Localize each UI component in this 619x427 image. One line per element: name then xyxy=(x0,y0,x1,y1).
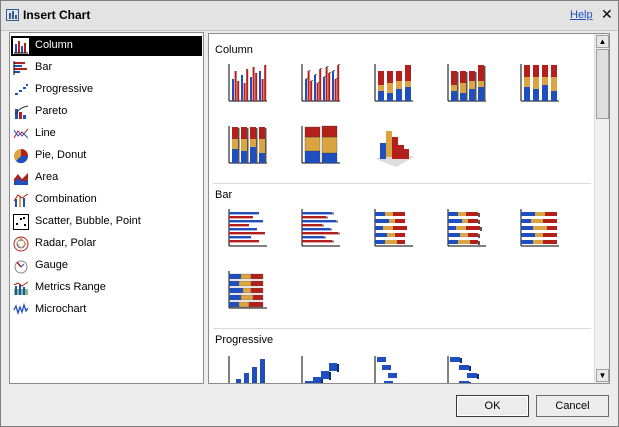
category-label: Progressive xyxy=(35,83,94,95)
progressive-chart-icon xyxy=(15,84,28,95)
gauge-chart-icon xyxy=(14,260,28,274)
column-chart-variant-8-icon[interactable] xyxy=(372,123,416,167)
category-item-metrics-range[interactable]: Metrics Range xyxy=(11,278,202,298)
gallery-scrollbar[interactable]: ▲ ▼ xyxy=(594,34,609,383)
title-bar: Insert Chart Help ✕ xyxy=(1,1,618,31)
category-item-combination[interactable]: Combination xyxy=(11,190,202,210)
category-item-radar-polar[interactable]: Radar, Polar xyxy=(11,234,202,254)
scatter-chart-icon xyxy=(13,214,29,230)
category-label: Pareto xyxy=(35,105,68,117)
column-chart-variant-2-icon[interactable] xyxy=(299,61,343,105)
dialog-title: Insert Chart xyxy=(23,8,91,22)
area-chart-icon xyxy=(14,173,28,185)
category-item-gauge[interactable]: Gauge xyxy=(11,256,202,276)
progressive-chart-variant-3-icon[interactable] xyxy=(372,351,416,384)
column-chart-icon xyxy=(13,38,29,54)
progressive-chart-variant-2-icon[interactable] xyxy=(299,351,343,384)
bar-chart-variant-2-icon[interactable] xyxy=(299,206,343,250)
chart-gallery: Column Bar Progressive ▲ ▼ xyxy=(208,33,610,384)
progressive-chart-variant-4-icon[interactable] xyxy=(445,351,489,384)
category-label: Metrics Range xyxy=(35,281,106,293)
column-chart-variant-7-icon[interactable] xyxy=(299,123,343,167)
chart-category-list: Column Bar Progressive Pareto Line Pie, Donut… xyxy=(9,32,204,384)
category-label: Bar xyxy=(35,61,53,73)
insert-chart-dialog: Insert Chart Help ✕ Column Bar Progressive… xyxy=(0,0,619,427)
category-item-scatter-bubble-point[interactable]: Scatter, Bubble, Point xyxy=(11,212,202,232)
category-label: Microchart xyxy=(35,303,87,315)
bar-chart-variant-4-icon[interactable] xyxy=(445,206,489,250)
category-item-pareto[interactable]: Pareto xyxy=(11,102,202,122)
help-link[interactable]: Help xyxy=(570,9,593,21)
category-label: Scatter, Bubble, Point xyxy=(35,215,141,227)
section-title-bar: Bar xyxy=(215,189,233,201)
column-chart-variant-5-icon[interactable] xyxy=(518,61,562,105)
combination-chart-icon xyxy=(13,193,29,207)
bar-chart-variant-1-icon[interactable] xyxy=(226,206,270,250)
bar-chart-variant-5-icon[interactable] xyxy=(518,206,562,250)
pareto-chart-icon xyxy=(14,105,29,119)
chart-app-icon xyxy=(6,9,19,21)
section-divider xyxy=(213,328,591,329)
category-item-column[interactable]: Column xyxy=(11,36,202,56)
pie-chart-icon xyxy=(14,149,29,164)
cancel-button[interactable]: Cancel xyxy=(536,395,609,417)
line-chart-icon xyxy=(13,128,29,139)
category-item-pie-donut[interactable]: Pie, Donut xyxy=(11,146,202,166)
category-label: Gauge xyxy=(35,259,69,271)
category-label: Pie, Donut xyxy=(35,149,87,161)
category-item-progressive[interactable]: Progressive xyxy=(11,80,202,100)
category-label: Column xyxy=(35,39,73,51)
category-label: Combination xyxy=(35,193,97,205)
section-title-progressive: Progressive xyxy=(215,334,274,346)
section-divider xyxy=(213,183,591,184)
category-item-microchart[interactable]: Microchart xyxy=(11,300,202,320)
progressive-chart-variant-1-icon[interactable] xyxy=(226,351,270,384)
column-chart-variant-4-icon[interactable] xyxy=(445,61,489,105)
column-chart-variant-1-icon[interactable] xyxy=(226,61,270,105)
microchart-icon xyxy=(13,302,29,316)
category-item-line[interactable]: Line xyxy=(11,124,202,144)
scrollbar-thumb[interactable] xyxy=(596,49,609,119)
category-label: Radar, Polar xyxy=(35,237,97,249)
category-label: Line xyxy=(35,127,56,139)
category-label: Area xyxy=(35,171,59,183)
column-chart-variant-3-icon[interactable] xyxy=(372,61,416,105)
column-chart-variant-6-icon[interactable] xyxy=(226,123,270,167)
bar-chart-icon xyxy=(13,61,27,75)
scroll-down-arrow-icon[interactable]: ▼ xyxy=(596,369,609,382)
bar-chart-variant-3-icon[interactable] xyxy=(372,206,416,250)
category-item-area[interactable]: Area xyxy=(11,168,202,188)
bar-chart-variant-6-icon[interactable] xyxy=(226,268,270,312)
close-icon[interactable]: ✕ xyxy=(601,6,613,22)
section-title-column: Column xyxy=(215,44,253,56)
scroll-up-arrow-icon[interactable]: ▲ xyxy=(596,35,609,48)
category-item-bar[interactable]: Bar xyxy=(11,58,202,78)
radar-chart-icon xyxy=(13,236,29,252)
ok-button[interactable]: OK xyxy=(456,395,529,417)
metrics-range-icon xyxy=(13,281,29,295)
